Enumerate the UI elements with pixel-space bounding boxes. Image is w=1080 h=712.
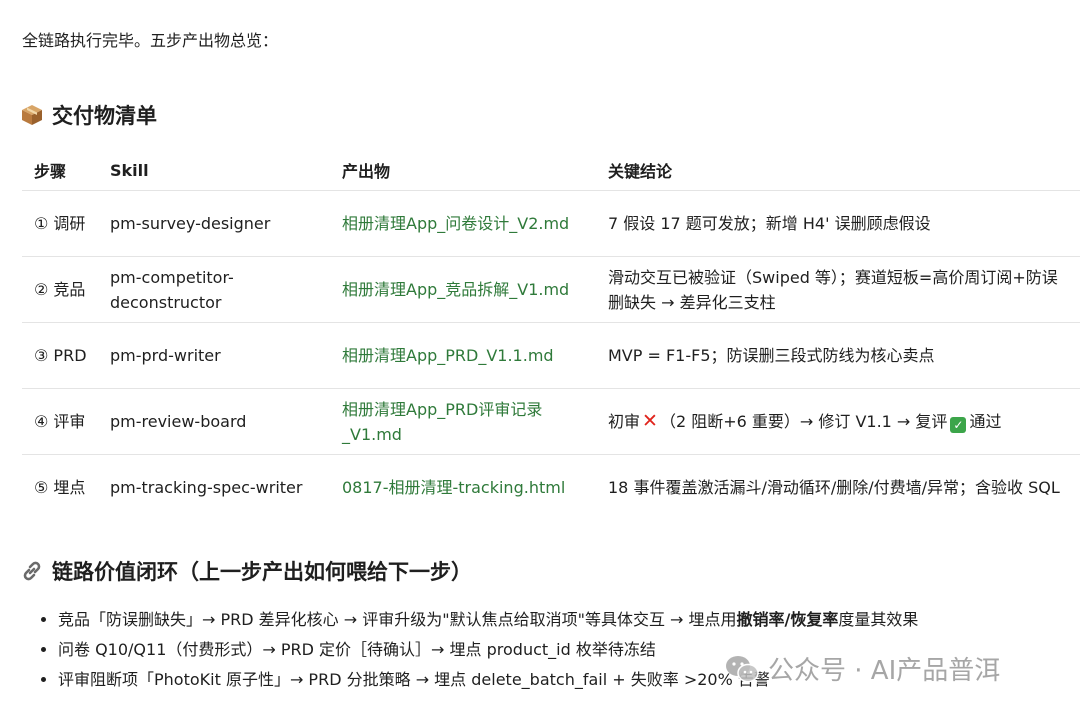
skill-cell: pm-prd-writer	[98, 322, 330, 389]
watermark: 公众号 · AI产品普洱	[724, 650, 1000, 687]
step-cell: ② 竞品	[22, 256, 98, 323]
skill-cell: pm-review-board	[98, 388, 330, 455]
deliverables-heading: 交付物清单	[20, 100, 157, 130]
list-item-text: 度量其效果	[838, 610, 919, 629]
output-link[interactable]: 相册清理App_竞品拆解_V1.md	[330, 256, 596, 323]
wechat-icon	[724, 654, 760, 684]
column-header-conclusion: 关键结论	[596, 150, 1080, 191]
list-item-bold: 撤销率/恢复率	[736, 610, 839, 629]
column-header-step: 步骤	[22, 150, 98, 191]
deliverables-table: 步骤 Skill 产出物 关键结论 ① 调研 pm-survey-designe…	[22, 150, 1080, 520]
list-item: 竞品「防误删缺失」→ PRD 差异化核心 → 评审升级为"默认焦点给取消项"等具…	[58, 605, 918, 635]
link-icon	[20, 559, 46, 583]
output-link[interactable]: 0817-相册清理-tracking.html	[330, 455, 596, 521]
skill-cell: pm-competitor-deconstructor	[98, 256, 330, 323]
check-mark-icon: ✓	[950, 417, 967, 433]
conclusion-part-c: 通过	[969, 412, 1002, 431]
intro-text: 全链路执行完毕。五步产出物总览：	[22, 31, 279, 50]
step-cell: ① 调研	[22, 190, 98, 257]
conclusion-cell: 7 假设 17 题可发放；新增 H4' 误删顾虑假设	[596, 190, 1080, 257]
package-icon	[20, 103, 46, 127]
table-row: ③ PRD pm-prd-writer 相册清理App_PRD_V1.1.md …	[22, 322, 1080, 389]
chain-heading-text: 链路价值闭环（上一步产出如何喂给下一步）	[52, 560, 472, 584]
chain-heading: 链路价值闭环（上一步产出如何喂给下一步）	[20, 556, 472, 586]
conclusion-cell: 初审 ✕ （2 阻断+6 重要）→ 修订 V1.1 → 复评 ✓ 通过	[596, 388, 1080, 455]
conclusion-part-b: （2 阻断+6 重要）→ 修订 V1.1 → 复评	[659, 412, 948, 431]
output-link[interactable]: 相册清理App_PRD评审记录_V1.md	[330, 388, 596, 455]
output-link[interactable]: 相册清理App_PRD_V1.1.md	[330, 322, 596, 389]
conclusion-part-a: 初审	[608, 412, 641, 431]
conclusion-cell: 滑动交互已被验证（Swiped 等）；赛道短板=高价周订阅+防误删缺失 → 差异…	[596, 256, 1080, 323]
output-link[interactable]: 相册清理App_问卷设计_V2.md	[330, 190, 596, 257]
skill-cell: pm-tracking-spec-writer	[110, 478, 303, 497]
watermark-text: 公众号 · AI产品普洱	[768, 656, 1001, 686]
column-header-skill: Skill	[98, 150, 330, 191]
step-cell: ③ PRD	[22, 322, 98, 389]
skill-cell: pm-survey-designer	[98, 190, 330, 257]
cross-mark-icon: ✕	[642, 410, 658, 432]
list-item-text: 竞品「防误删缺失」→ PRD 差异化核心 → 评审升级为"默认焦点给取消项"等具…	[58, 610, 737, 629]
conclusion-cell: 18 事件覆盖激活漏斗/滑动循环/删除/付费墙/异常；含验收 SQL	[608, 478, 1060, 497]
table-row: ② 竞品 pm-competitor-deconstructor 相册清理App…	[22, 256, 1080, 323]
table-header-row: 步骤 Skill 产出物 关键结论	[22, 150, 1080, 191]
table-row: ① 调研 pm-survey-designer 相册清理App_问卷设计_V2.…	[22, 190, 1080, 257]
conclusion-cell: MVP = F1-F5；防误删三段式防线为核心卖点	[596, 322, 1080, 389]
deliverables-heading-text: 交付物清单	[52, 104, 157, 128]
table-row: ⑤ 埋点 pm-tracking-spec-writer 0817-相册清理-t…	[22, 455, 1080, 521]
column-header-output: 产出物	[330, 150, 596, 191]
table-row: ④ 评审 pm-review-board 相册清理App_PRD评审记录_V1.…	[22, 388, 1080, 455]
step-cell: ④ 评审	[22, 388, 98, 455]
step-cell: ⑤ 埋点	[34, 478, 86, 497]
